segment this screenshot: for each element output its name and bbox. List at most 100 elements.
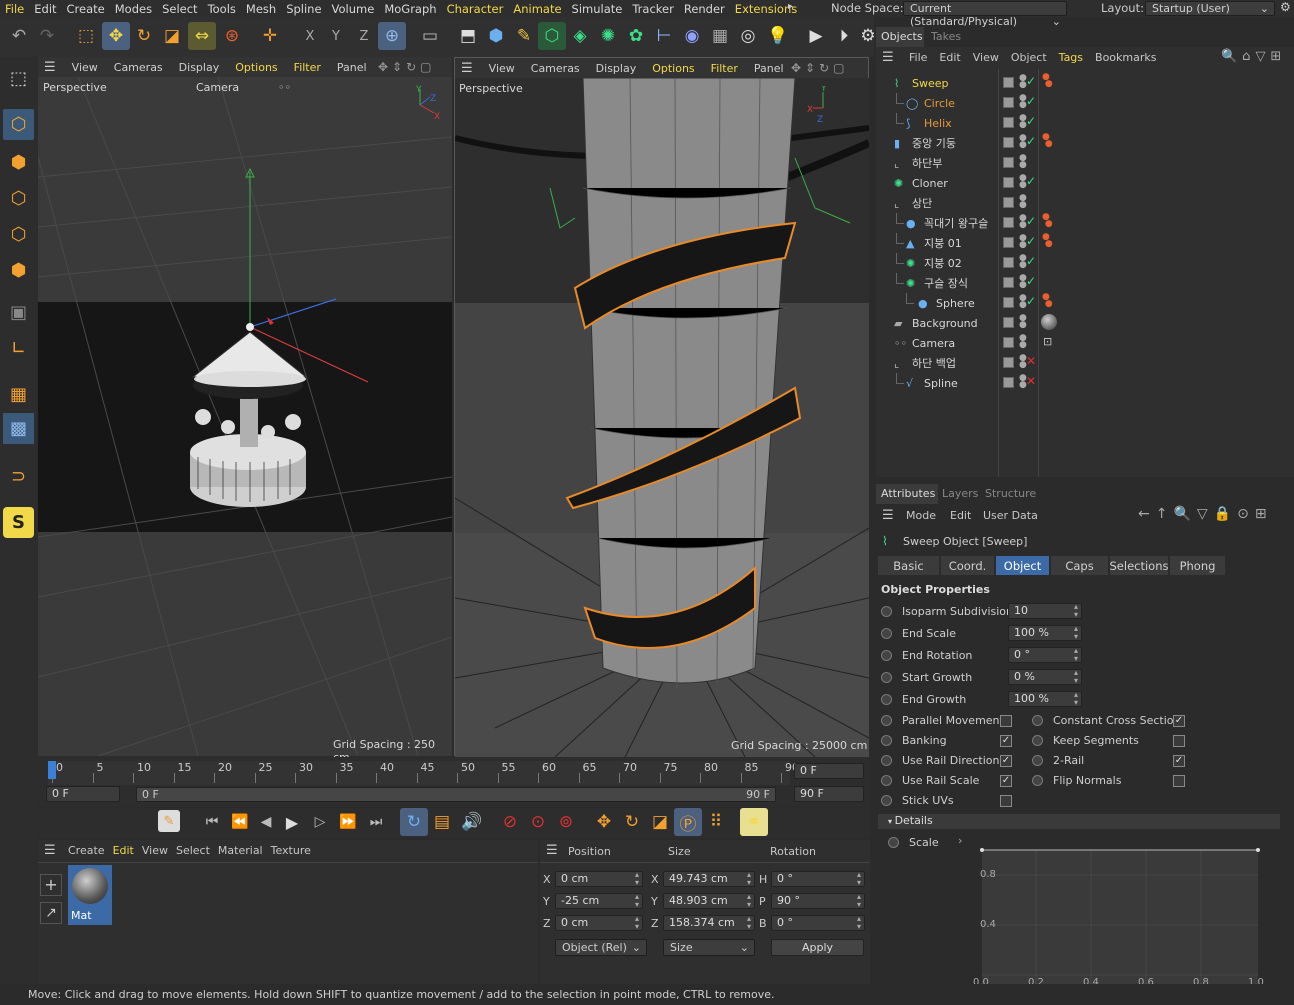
hamburger-icon[interactable]: ☰ xyxy=(882,508,894,523)
edge-mode-icon[interactable]: ⬡ xyxy=(3,219,34,250)
lock-y-icon[interactable]: Y xyxy=(322,22,350,50)
go-to-end-icon[interactable]: ⏭ xyxy=(362,808,390,836)
menu-mograph[interactable]: MoGraph xyxy=(379,2,441,16)
mode-make-editable-icon[interactable]: ⬚ xyxy=(3,63,34,94)
material-menu-create[interactable]: Create xyxy=(68,844,113,857)
point-level-icon[interactable]: ⠿ xyxy=(702,808,730,836)
details-section[interactable]: ▾ Details xyxy=(878,814,1280,829)
viewport-menu-filter[interactable]: Filter xyxy=(703,62,746,75)
viewport-nav-icons[interactable]: ✥⇕↻▢ xyxy=(791,61,849,75)
prev-frame-icon[interactable]: ◀ xyxy=(252,808,280,836)
object-row[interactable]: ⌞ 상단 ● ● xyxy=(876,193,1294,213)
current-frame-field[interactable]: 0 F xyxy=(794,763,864,779)
menu-edit[interactable]: Edit xyxy=(29,2,61,16)
move-tool-icon[interactable]: ✥ xyxy=(102,22,130,50)
hamburger-icon[interactable]: ☰ xyxy=(882,50,894,65)
animate-radio[interactable] xyxy=(881,672,892,683)
coord-size-field[interactable]: 158.374 cm ▴ ▾ xyxy=(663,915,755,931)
checkbox[interactable] xyxy=(1173,735,1185,747)
enabled-check-icon[interactable]: ✓ xyxy=(1026,94,1036,108)
animate-radio[interactable] xyxy=(881,715,892,726)
axis-icon[interactable]: ✛ xyxy=(256,22,284,50)
object-row[interactable]: √ Spline ● ● ✕ xyxy=(876,373,1294,393)
visibility-dots-icon[interactable]: ● ● xyxy=(1019,334,1027,350)
viewport-menu-filter[interactable]: Filter xyxy=(286,61,329,74)
phong-tag-icon[interactable]: ● ● xyxy=(1042,133,1053,149)
enabled-check-icon[interactable]: ✓ xyxy=(1026,214,1036,228)
snap-magnet-icon[interactable]: ⊃ xyxy=(3,461,34,492)
cube-primitive-icon[interactable]: ⬢ xyxy=(482,22,510,50)
subtab-phong[interactable]: Phong xyxy=(1170,556,1225,575)
menu-spline[interactable]: Spline xyxy=(281,2,326,16)
checkbox[interactable]: ✓ xyxy=(1000,735,1012,747)
layer-icon[interactable] xyxy=(1003,317,1014,328)
object-row[interactable]: ◦◦ Camera ● ● ⊡ xyxy=(876,333,1294,353)
hamburger-icon[interactable]: ☰ xyxy=(44,843,56,858)
prev-key-icon[interactable]: ⏪ xyxy=(226,808,254,836)
deformer-icon[interactable]: ⊢ xyxy=(650,22,678,50)
subtab-selections[interactable]: Selections xyxy=(1110,556,1169,575)
field-icon[interactable]: ◉ xyxy=(678,22,706,50)
layer-icon[interactable] xyxy=(1003,197,1014,208)
spinner-icon[interactable]: ▴ ▾ xyxy=(1074,625,1078,641)
subtab-object[interactable]: Object xyxy=(996,556,1049,575)
end-frame-field[interactable]: 90 F xyxy=(794,786,864,802)
sweep-generator-icon[interactable]: ⬡ xyxy=(538,22,566,50)
animate-radio[interactable] xyxy=(881,775,892,786)
enabled-check-icon[interactable]: ✓ xyxy=(1026,134,1036,148)
enabled-check-icon[interactable]: ✓ xyxy=(1026,174,1036,188)
hamburger-icon[interactable]: ☰ xyxy=(546,843,558,858)
coord-pos-field[interactable]: 0 cm ▴ ▾ xyxy=(555,915,643,931)
property-value-field[interactable]: 100 % ▴ ▾ xyxy=(1008,625,1082,641)
transform-icon[interactable]: ⊛ xyxy=(218,22,246,50)
menu-tools[interactable]: Tools xyxy=(203,2,241,16)
coordinate-system-icon[interactable]: ⊕ xyxy=(378,22,406,50)
attr-menu-mode[interactable]: Mode xyxy=(906,509,936,522)
spinner-icon[interactable]: ▴ ▾ xyxy=(1074,691,1078,707)
layout-settings-icon[interactable]: ⚙ xyxy=(1280,0,1291,14)
layer-icon[interactable] xyxy=(1003,117,1014,128)
viewport-menu-cameras[interactable]: Cameras xyxy=(523,62,588,75)
material-menu-edit[interactable]: Edit xyxy=(113,844,142,857)
checkbox[interactable] xyxy=(1173,775,1185,787)
render-icon[interactable]: ▶ xyxy=(802,22,830,50)
axis-mode-icon[interactable]: ∟ xyxy=(3,333,34,364)
material-menu-texture[interactable]: Texture xyxy=(271,844,319,857)
attr-menu-user-data[interactable]: User Data xyxy=(983,509,1038,522)
spinner-icon[interactable]: ▴ ▾ xyxy=(1074,669,1078,685)
cloner-tool-icon[interactable]: ✺ xyxy=(594,22,622,50)
animate-radio[interactable] xyxy=(881,755,892,766)
apply-button[interactable]: Apply xyxy=(771,939,864,956)
viewport-menu-panel[interactable]: Panel xyxy=(746,62,792,75)
spinner-icon[interactable]: ▴ ▾ xyxy=(747,871,751,887)
mograph-icon[interactable]: ✿ xyxy=(622,22,650,50)
viewport-menu-view[interactable]: View xyxy=(481,62,523,75)
spinner-icon[interactable]: ▴ ▾ xyxy=(1074,603,1078,619)
object-row[interactable]: ▲ 지붕 01 ● ● ✓ ● ● xyxy=(876,233,1294,253)
spinner-icon[interactable]: ▴ ▾ xyxy=(635,871,639,887)
coord-mode-dropdown[interactable]: Object (Rel) ⌄ xyxy=(555,939,647,956)
phong-tag-icon[interactable]: ● ● xyxy=(1042,73,1053,89)
animate-radio[interactable] xyxy=(881,650,892,661)
coord-rot-field[interactable]: 0 ° ▴ ▾ xyxy=(771,871,865,887)
timeline[interactable]: 0 5 10 15 20 25 30 35 40 45 50 55 60 65 70 75 80 85 90 0 F… xyxy=(38,757,870,807)
tab-takes[interactable]: Takes xyxy=(931,30,961,43)
animate-radio[interactable] xyxy=(881,694,892,705)
object-row[interactable]: ⌇ Sweep ● ● ✓ ● ● xyxy=(876,73,1294,93)
object-row[interactable]: ✺ 지붕 02 ● ● ✓ xyxy=(876,253,1294,273)
render-view-icon[interactable]: ⬒ xyxy=(454,22,482,50)
spinner-icon[interactable]: ▴ ▾ xyxy=(747,915,751,931)
menu-mesh[interactable]: Mesh xyxy=(241,2,281,16)
hamburger-icon[interactable]: ☰ xyxy=(455,61,481,76)
layer-icon[interactable] xyxy=(1003,297,1014,308)
object-row[interactable]: ● 꼭대기 왕구슬 ● ● ✓ ● ● xyxy=(876,213,1294,233)
animate-radio[interactable] xyxy=(888,837,899,848)
tab-objects[interactable]: Objects xyxy=(876,27,924,47)
objects-toolbar-icons[interactable]: 🔍⌂▽⊞ xyxy=(1221,49,1286,64)
spinner-icon[interactable]: ▴ ▾ xyxy=(635,893,639,909)
animate-radio[interactable] xyxy=(881,735,892,746)
property-value-field[interactable]: 0 ° ▴ ▾ xyxy=(1008,647,1082,663)
playhead[interactable] xyxy=(48,761,56,779)
layer-icon[interactable] xyxy=(1003,337,1014,348)
hamburger-icon[interactable]: ☰ xyxy=(38,60,64,75)
